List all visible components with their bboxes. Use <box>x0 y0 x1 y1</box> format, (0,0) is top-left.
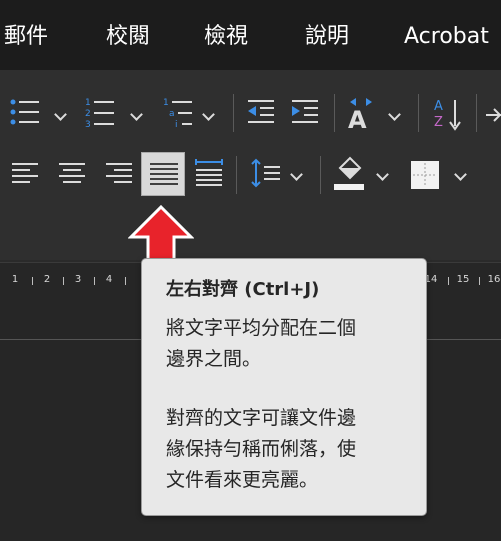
chevron-down-icon[interactable] <box>388 108 401 121</box>
svg-text:Z: Z <box>434 115 443 130</box>
align-center-icon[interactable] <box>58 162 86 184</box>
sort-az-icon[interactable]: A Z <box>432 96 466 132</box>
svg-text:2: 2 <box>85 109 91 119</box>
ruler-tick <box>479 277 480 285</box>
increase-indent-icon[interactable] <box>290 98 320 126</box>
svg-text:a: a <box>169 109 175 119</box>
line-spacing-icon[interactable] <box>250 158 282 190</box>
ruler-number: 15 <box>456 274 470 285</box>
ruler-number: 1 <box>11 274 19 285</box>
svg-text:i: i <box>175 120 178 130</box>
tab-review[interactable]: 校閱 <box>106 22 150 52</box>
chevron-down-icon[interactable] <box>202 108 215 121</box>
paint-bucket-icon[interactable] <box>332 156 366 192</box>
tooltip-detail-line: 對齊的文字可讓文件邊 <box>166 407 357 429</box>
ruler-tick <box>125 277 126 285</box>
svg-text:1: 1 <box>85 98 91 108</box>
tab-view[interactable]: 檢視 <box>204 22 248 52</box>
ruler-number: 2 <box>43 274 51 285</box>
ruler-number: 4 <box>105 274 113 285</box>
chevron-down-icon[interactable] <box>130 108 143 121</box>
numbered-list-icon[interactable]: 1 2 3 <box>84 96 120 130</box>
svg-text:3: 3 <box>85 120 91 130</box>
separator <box>334 94 335 132</box>
tab-help[interactable]: 說明 <box>305 22 349 52</box>
tooltip-description-line: 邊界之間。 <box>166 348 262 370</box>
align-left-icon[interactable] <box>12 162 40 184</box>
decrease-indent-icon[interactable] <box>246 98 276 126</box>
separator <box>233 94 234 132</box>
distributed-icon[interactable] <box>194 158 224 188</box>
chevron-down-icon[interactable] <box>54 108 67 121</box>
ruler-tick <box>448 277 449 285</box>
separator <box>476 94 477 132</box>
ruler-tick <box>63 277 64 285</box>
separator <box>418 94 419 132</box>
borders-icon[interactable] <box>410 160 440 190</box>
justify-button[interactable] <box>141 152 185 196</box>
svg-text:A: A <box>348 106 367 130</box>
tab-acrobat[interactable]: Acrobat <box>404 22 489 52</box>
tooltip-description-line: 將文字平均分配在二個 <box>166 317 357 339</box>
ribbon-home-paragraph: 1 2 3 1 a i A A Z <box>0 70 501 322</box>
separator <box>320 156 321 194</box>
multilevel-list-icon[interactable]: 1 a i <box>162 96 198 130</box>
chinese-layout-icon[interactable]: A <box>344 96 378 130</box>
ruler-number: 16 <box>487 274 501 285</box>
ruler-tick <box>32 277 33 285</box>
tooltip-title: 左右對齊 (Ctrl+J) <box>166 279 320 300</box>
bullet-list-icon[interactable] <box>8 96 44 128</box>
ruler-number: 3 <box>74 274 82 285</box>
align-right-icon[interactable] <box>104 162 132 184</box>
show-hide-icon[interactable] <box>486 108 501 122</box>
svg-text:1: 1 <box>163 98 169 108</box>
tab-mailings[interactable]: 郵件 <box>4 22 48 52</box>
ribbon-tab-bar: 郵件 校閱 檢視 說明 Acrobat <box>0 0 501 70</box>
justify-icon <box>150 163 178 185</box>
tooltip-detail-line: 文件看來更亮麗。 <box>166 469 319 491</box>
justify-tooltip: 左右對齊 (Ctrl+J) 將文字平均分配在二個 邊界之間。 對齊的文字可讓文件… <box>141 258 427 516</box>
chevron-down-icon[interactable] <box>290 168 303 181</box>
tooltip-detail-line: 緣保持勻稱而俐落，使 <box>166 438 357 460</box>
separator <box>236 156 237 194</box>
chevron-down-icon[interactable] <box>454 168 467 181</box>
svg-text:A: A <box>434 99 443 114</box>
ruler-tick <box>94 277 95 285</box>
chevron-down-icon[interactable] <box>376 168 389 181</box>
